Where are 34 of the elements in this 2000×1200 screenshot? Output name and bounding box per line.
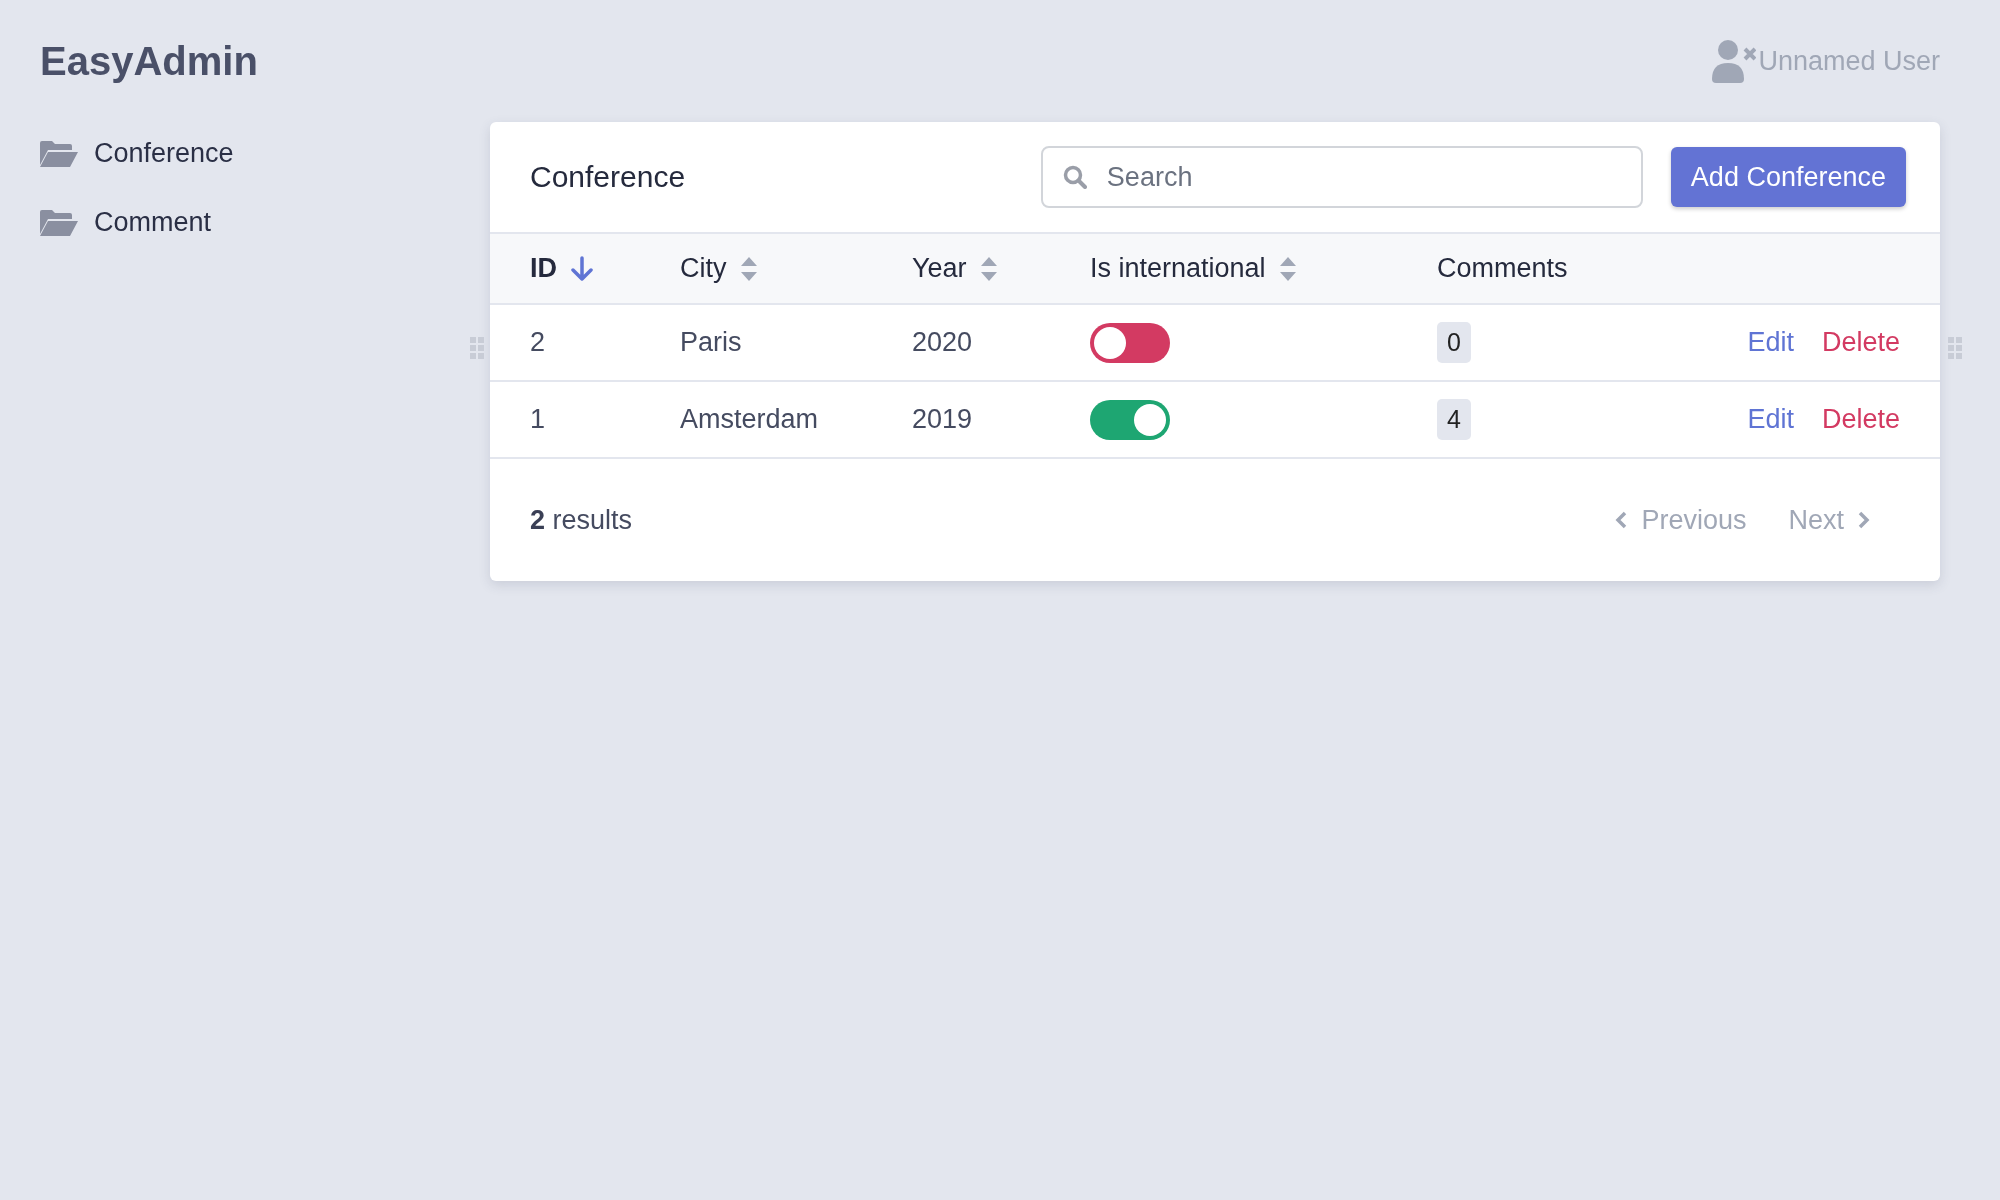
table-cell: 2019: [912, 404, 973, 435]
delete-link[interactable]: Delete: [1821, 327, 1900, 358]
column-header[interactable]: Is international: [1090, 253, 1266, 284]
search-field[interactable]: Search: [1040, 146, 1643, 208]
toggle-switch[interactable]: [1090, 322, 1170, 363]
brand-title: EasyAdmin: [40, 38, 258, 84]
sidebar-item[interactable]: Comment: [40, 207, 490, 238]
search-icon: [1062, 165, 1087, 189]
card-title: Conference: [530, 160, 687, 194]
toggle-switch[interactable]: [1090, 399, 1170, 440]
chevron-right-icon: [1858, 511, 1870, 529]
delete-link[interactable]: Delete: [1821, 404, 1900, 435]
results-count: 2 results: [530, 504, 634, 536]
count-badge: 0: [1437, 322, 1471, 363]
drag-handle-icon[interactable]: [470, 337, 484, 359]
table-cell: 2: [530, 327, 546, 358]
table-cell: 2020: [912, 327, 973, 358]
column-header[interactable]: Year: [912, 253, 967, 284]
folder-icon: [40, 140, 78, 167]
table-cell: Amsterdam: [680, 404, 819, 435]
folder-icon: [40, 209, 78, 236]
edit-link[interactable]: Edit: [1747, 404, 1794, 435]
sidebar-item[interactable]: Conference: [40, 138, 490, 169]
edit-link[interactable]: Edit: [1747, 327, 1794, 358]
add-button[interactable]: Add Conference: [1670, 147, 1906, 207]
table-cell: 1: [530, 404, 546, 435]
count-badge: 4: [1437, 399, 1471, 440]
column-header[interactable]: Comments: [1437, 253, 1568, 284]
drag-handle-icon[interactable]: [1948, 337, 1962, 359]
table-cell: Paris: [680, 327, 742, 358]
user-icon: [1712, 39, 1757, 83]
column-header[interactable]: ID: [530, 253, 557, 284]
chevron-left-icon: [1615, 511, 1628, 529]
column-header[interactable]: City: [680, 253, 727, 284]
